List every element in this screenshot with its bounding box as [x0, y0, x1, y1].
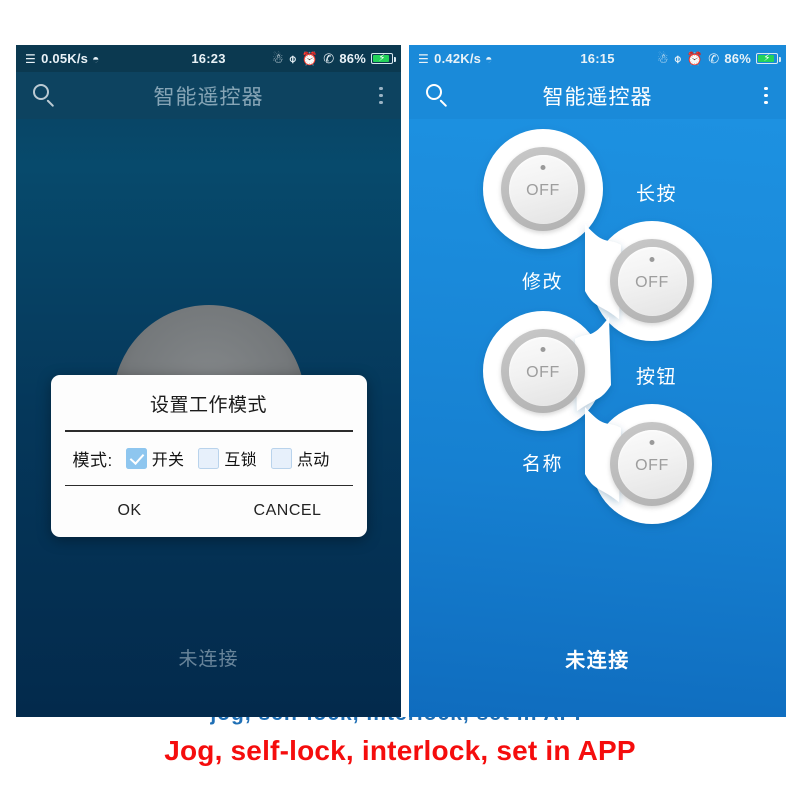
relay-button-state: OFF	[635, 457, 669, 474]
relay-button-inner: OFF	[617, 246, 687, 316]
connection-status-right: 未连接	[565, 650, 630, 672]
dialog-title: 设置工作模式	[149, 395, 267, 416]
indicator-dot-icon	[649, 439, 655, 445]
hint-label-name: 名称	[522, 454, 564, 475]
mode-option-interlock[interactable]: 互锁	[198, 446, 257, 470]
charging-bolt-icon: ⚡	[378, 53, 386, 64]
relay-button-4[interactable]: OFF	[610, 422, 694, 506]
connection-status-left: 未连接	[178, 649, 239, 670]
checkbox-checked-icon[interactable]	[125, 447, 147, 469]
mode-option-label: 开关	[151, 452, 185, 470]
indicator-dot-icon	[540, 164, 546, 170]
status-time-right: 16:15	[580, 51, 615, 66]
battery-charging-icon: ⚡	[756, 53, 781, 64]
relay-button-1[interactable]: OFF	[501, 147, 585, 231]
cancel-button[interactable]: CANCEL	[209, 486, 367, 537]
app-bar-left: 智能遥控器	[16, 72, 401, 119]
indicator-dot-icon	[540, 346, 546, 352]
clipped-text-row: jog, self-lock, interlock, set in APP	[0, 717, 800, 731]
mode-option-jog[interactable]: 点动	[270, 446, 330, 470]
relay-button-inner: OFF	[508, 154, 578, 224]
relay-button-state: OFF	[526, 364, 560, 381]
hint-label-button: 按钮	[636, 367, 678, 388]
indicator-dot-icon	[649, 256, 655, 262]
hint-label-modify: 修改	[522, 272, 564, 293]
checkbox-unchecked-icon[interactable]	[198, 447, 220, 469]
relay-button-inner: OFF	[508, 336, 578, 406]
status-time-left: 16:23	[191, 51, 226, 66]
app-bar-right: 智能遥控器	[409, 72, 786, 119]
clipped-text: jog, self-lock, interlock, set in APP	[210, 717, 589, 726]
relay-button-3[interactable]: OFF	[501, 329, 585, 413]
page-title-left: 智能遥控器	[153, 85, 264, 109]
checkbox-unchecked-icon[interactable]	[270, 447, 292, 469]
status-bar-left: ☰ 0.05K/s ◓ 16:23 ☃ ⌽ ⏰ ✆ 86% ⚡	[16, 45, 401, 72]
charging-bolt-icon: ⚡	[763, 53, 771, 64]
phone-screen-left: ☰ 0.05K/s ◓ 16:23 ☃ ⌽ ⏰ ✆ 86% ⚡ 智能遥控器 设置…	[16, 45, 401, 717]
mode-field-label: 模式:	[72, 450, 113, 470]
ok-button[interactable]: OK	[51, 486, 209, 537]
mode-option-label: 点动	[296, 452, 330, 470]
hint-label-long-press: 长按	[636, 184, 678, 205]
screen-body-left: 设置工作模式 模式: 开关 互锁 点动 OK CANCEL 未连接	[16, 119, 401, 717]
screenshot-root: ☰ 0.05K/s ◓ 16:23 ☃ ⌽ ⏰ ✆ 86% ⚡ 智能遥控器 设置…	[0, 0, 800, 800]
status-bar-right: ☰ 0.42K/s ◓ 16:15 ☃ ⌽ ⏰ ✆ 86% ⚡	[409, 45, 786, 72]
mode-option-label: 互锁	[224, 452, 257, 470]
battery-charging-icon: ⚡	[371, 53, 396, 64]
relay-button-2[interactable]: OFF	[610, 239, 694, 323]
page-title-right: 智能遥控器	[542, 85, 653, 109]
mode-option-switch[interactable]: 开关	[125, 446, 185, 470]
relay-button-state: OFF	[526, 182, 560, 199]
mode-options-row: 模式: 开关 互锁 点动	[51, 432, 367, 485]
relay-button-inner: OFF	[617, 429, 687, 499]
screen-body-right: OFF OFF OFF OFF 长按 修改 按钮 名称 未连接	[409, 119, 786, 717]
caption-text: Jog, self-lock, interlock, set in APP	[164, 735, 636, 766]
button-chain-backdrop	[483, 129, 712, 524]
work-mode-dialog: 设置工作模式 模式: 开关 互锁 点动 OK CANCEL	[50, 375, 367, 538]
phone-screen-right: ☰ 0.42K/s ◓ 16:15 ☃ ⌽ ⏰ ✆ 86% ⚡ 智能遥控器 OF…	[409, 45, 786, 717]
dialog-actions: OK CANCEL	[51, 486, 367, 537]
relay-button-state: OFF	[635, 274, 669, 291]
